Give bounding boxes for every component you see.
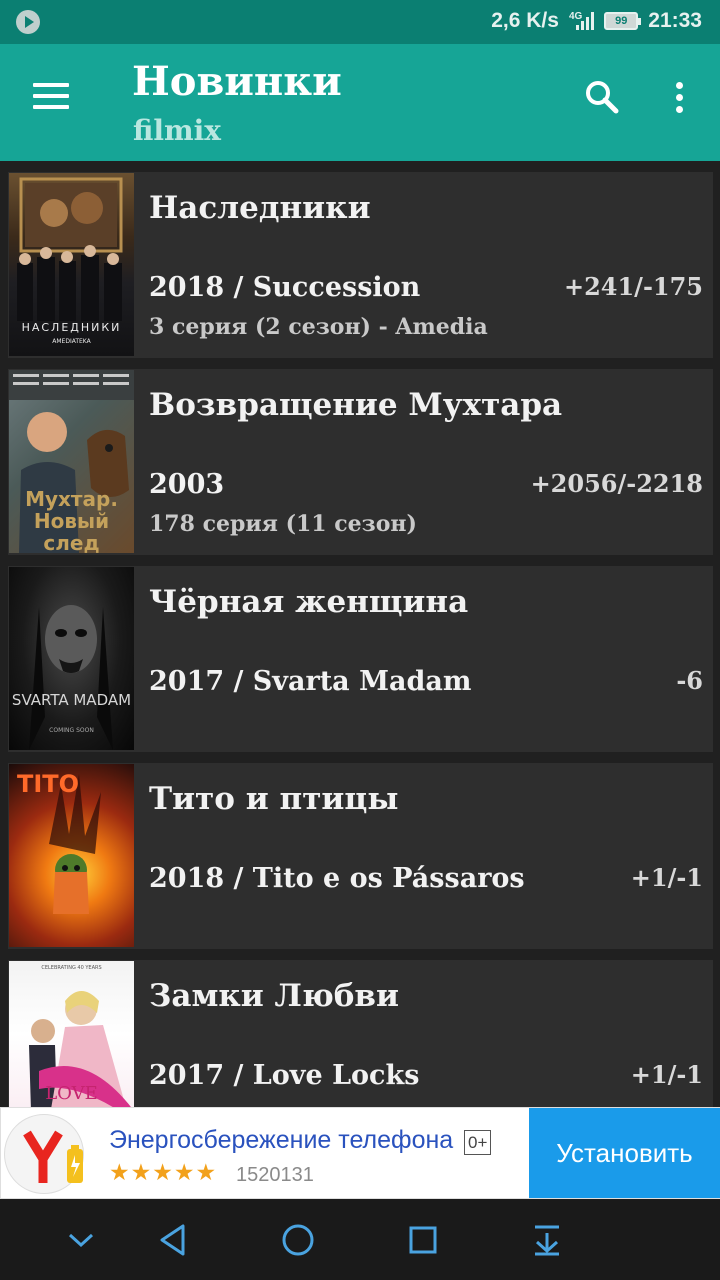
movie-list: НАСЛЕДНИКИ AMEDIATEKA Наследники 2018 / … [0, 161, 720, 1107]
item-rating: +1/-1 [630, 1060, 703, 1089]
install-button[interactable]: Установить [529, 1108, 720, 1198]
list-item[interactable]: SVARTA MADAM COMING SOON Чёрная женщина … [8, 566, 713, 752]
menu-icon[interactable] [33, 83, 69, 109]
poster-sub-caption: COMING SOON [49, 727, 94, 734]
app-bar: Новинки filmix [0, 44, 720, 161]
item-title: Возвращение Мухтара [149, 387, 563, 423]
poster-sub-caption: CELEBRATING 40 YEARS [41, 965, 102, 971]
poster-image: CELEBRATING 40 YEARS LOVE [9, 961, 134, 1107]
chevron-down-icon[interactable] [59, 1220, 103, 1260]
network-type: 4G [568, 11, 583, 22]
poster-image: Мухтар. Новый след [9, 370, 134, 553]
list-item[interactable]: НАСЛЕДНИКИ AMEDIATEKA Наследники 2018 / … [8, 172, 713, 358]
poster-caption: SVARTA MADAM [11, 691, 132, 709]
poster-sub-caption: AMEDIATEKA [52, 338, 91, 345]
item-title: Тито и птицы [149, 781, 399, 817]
page-title: Новинки [132, 58, 342, 105]
network-speed: 2,6 K/s [491, 9, 559, 32]
list-item[interactable]: Мухтар. Новый след Возвращение Мухтара 2… [8, 369, 713, 555]
poster-caption: LOVE [45, 1083, 98, 1104]
poster-caption: НАСЛЕДНИКИ [21, 321, 122, 334]
battery-icon: 99 [604, 12, 642, 30]
ad-title: Энергосбережение телефона [109, 1126, 454, 1154]
item-title: Замки Любви [149, 978, 399, 1014]
play-icon [16, 10, 40, 34]
yandex-logo-icon [4, 1114, 84, 1194]
item-year: 2018 / Tito e os Pássaros [149, 863, 525, 894]
item-rating: +241/-175 [563, 272, 703, 301]
status-bar: 2,6 K/s 4G 99 21:33 [0, 0, 720, 44]
poster-caption: Мухтар. Новый след [25, 487, 118, 553]
ad-review-count: 1520131 [236, 1164, 314, 1186]
back-icon[interactable] [151, 1220, 195, 1260]
item-title: Чёрная женщина [149, 584, 469, 620]
item-episode: 3 серия (2 сезон) - Amedia [149, 314, 488, 340]
more-vert-icon[interactable] [668, 77, 690, 117]
battery-level: 99 [615, 15, 628, 27]
item-year: 2017 / Svarta Madam [149, 666, 472, 697]
item-title: Наследники [149, 190, 371, 226]
list-item[interactable]: CELEBRATING 40 YEARS LOVE Замки Любви 20… [8, 960, 713, 1107]
item-rating: +1/-1 [630, 863, 703, 892]
page-subtitle: filmix [133, 114, 221, 147]
status-right-group: 2,6 K/s 4G 99 21:33 [491, 9, 702, 33]
item-rating: -6 [676, 666, 703, 695]
signal-icon: 4G [568, 11, 595, 30]
item-rating: +2056/-2218 [530, 469, 703, 498]
age-rating-badge: 0+ [464, 1130, 492, 1155]
item-episode: 178 серия (11 сезон) [149, 511, 417, 537]
item-year: 2003 [149, 469, 225, 500]
item-year: 2017 / Love Locks [149, 1060, 420, 1091]
poster-image: TITO [9, 764, 134, 947]
poster-image: SVARTA MADAM COMING SOON [9, 567, 134, 750]
system-nav-bar [0, 1200, 720, 1280]
ad-banner[interactable]: Энергосбережение телефона 0+ ★★★★★ 15201… [0, 1107, 720, 1199]
list-item[interactable]: TITO Тито и птицы 2018 / Tito e os Pássa… [8, 763, 713, 949]
poster-image: НАСЛЕДНИКИ AMEDIATEKA [9, 173, 134, 356]
recents-icon[interactable] [401, 1220, 445, 1260]
poster-caption: TITO [17, 770, 80, 798]
download-icon[interactable] [525, 1220, 569, 1260]
star-rating: ★★★★★ [109, 1160, 218, 1186]
clock: 21:33 [648, 9, 702, 32]
home-icon[interactable] [276, 1220, 320, 1260]
search-icon[interactable] [582, 77, 622, 117]
item-year: 2018 / Succession [149, 272, 421, 303]
